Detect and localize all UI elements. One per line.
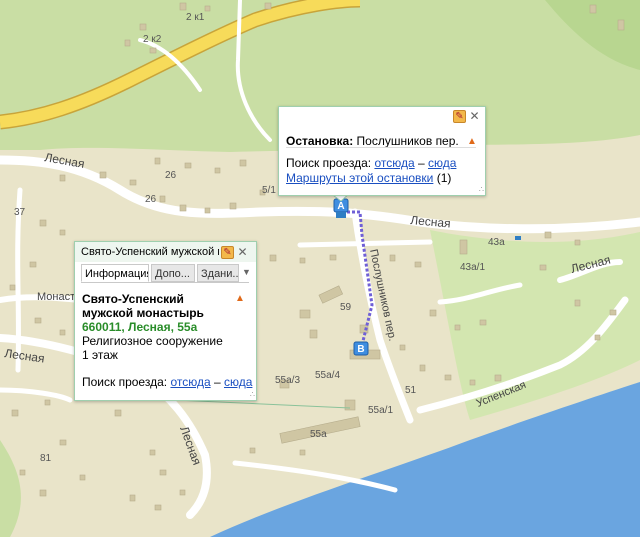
tab-additional[interactable]: Допо...	[151, 264, 195, 282]
route-from-here-link[interactable]: отсюда	[374, 156, 414, 170]
stop-route-search: Поиск проезда: отсюда – сюда	[286, 156, 457, 170]
place-name-line2: мужской монастырь	[82, 306, 204, 320]
route-to-here-link[interactable]: сюда	[224, 375, 252, 389]
report-button[interactable]: ✎	[221, 246, 234, 259]
place-popup: Свято-Успенский мужской м... ✎ ✕ Информа…	[74, 241, 257, 401]
house-number: 55а	[310, 429, 327, 440]
resize-handle[interactable]: ∴	[479, 185, 484, 194]
house-number: 26	[145, 194, 157, 205]
place-type: Религиозное сооружение	[82, 334, 223, 348]
warning-icon[interactable]: ▲	[235, 293, 245, 304]
house-number: 37	[14, 207, 26, 218]
marker-b-label: B	[357, 344, 364, 355]
bus-stop-icon	[515, 236, 521, 240]
warning-icon[interactable]: ▲	[467, 136, 477, 147]
stop-routes-row: Маршруты этой остановки (1)	[286, 171, 452, 185]
place-address: 660011, Лесная, 55а	[82, 320, 198, 334]
house-number: 55а/3	[275, 375, 300, 386]
house-number: 2 к1	[186, 12, 205, 23]
resize-handle[interactable]: ∴	[250, 390, 255, 399]
house-number: 51	[405, 385, 417, 396]
route-from-here-link[interactable]: отсюда	[170, 375, 210, 389]
place-route-search: Поиск проезда: отсюда – сюда	[82, 375, 253, 389]
tabs-dropdown-icon[interactable]: ▼	[242, 267, 251, 277]
route-to-here-link[interactable]: сюда	[428, 156, 456, 170]
close-icon[interactable]: ✕	[236, 246, 249, 259]
street-label-monastyrskaya: Монаст	[37, 291, 75, 303]
report-button[interactable]: ✎	[453, 110, 466, 123]
house-number: 2 к2	[143, 34, 162, 45]
house-number: 26	[165, 170, 177, 181]
stop-title: Остановка: Послушников пер.	[286, 134, 459, 148]
tab-buildings[interactable]: Здани...	[197, 264, 239, 282]
place-popup-title: Свято-Успенский мужской м...	[81, 246, 219, 258]
place-floors: 1 этаж	[82, 348, 118, 362]
stop-routes-link[interactable]: Маршруты этой остановки	[286, 171, 433, 185]
stop-popup: ✎ ✕ Остановка: Послушников пер. ▲ Поиск …	[278, 106, 486, 196]
marker-b[interactable]: B	[353, 341, 369, 356]
house-number: 59	[340, 302, 352, 313]
house-number: 55а/1	[368, 405, 393, 416]
house-number: 81	[40, 453, 52, 464]
house-number: 43а	[488, 237, 505, 248]
tab-information[interactable]: Информация	[81, 264, 149, 282]
place-name-line1: Свято-Успенский	[82, 292, 184, 306]
house-number: 43а/1	[460, 262, 485, 273]
house-number: 5/1	[262, 185, 276, 196]
house-number: 55а/4	[315, 370, 340, 381]
close-icon[interactable]: ✕	[468, 110, 481, 123]
